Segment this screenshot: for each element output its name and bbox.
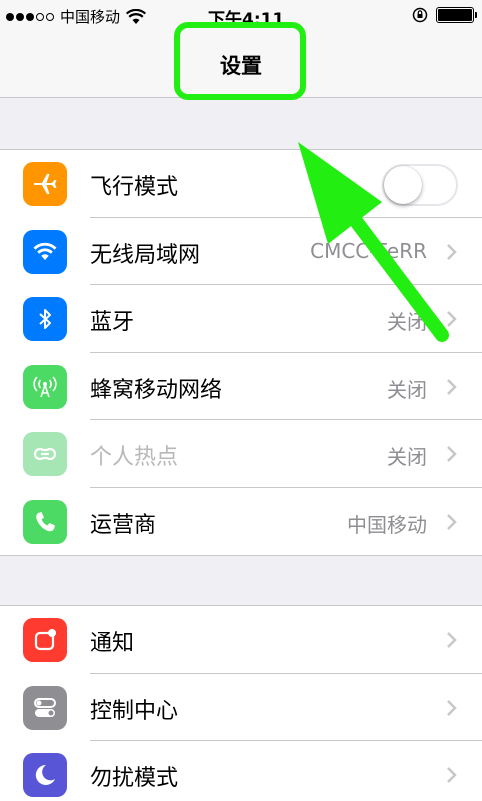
airplane-mode-toggle[interactable] — [382, 164, 458, 206]
chevron-right-icon — [447, 243, 457, 260]
wifi-status-icon — [126, 8, 147, 24]
row-label: 飞行模式 — [90, 175, 179, 200]
phone-icon — [23, 499, 67, 544]
title-highlight-box — [174, 22, 306, 100]
bluetooth-icon — [23, 297, 67, 341]
chevron-right-icon — [447, 699, 457, 716]
settings-row-personal-hotspot[interactable]: 个人热点 关闭 — [0, 420, 482, 488]
chevron-right-icon — [447, 446, 457, 462]
row-value: 关闭 — [387, 310, 427, 334]
battery-icon — [436, 7, 477, 23]
toggle-knob — [384, 166, 422, 204]
hotspot-icon — [23, 432, 67, 476]
chevron-right-icon — [447, 513, 457, 530]
settings-group-connectivity: 飞行模式 无线局域网 CMCC-FeRR 蓝牙 关闭 蜂窝移动网络 关闭 个人热… — [0, 149, 482, 556]
settings-row-notifications[interactable]: 通知 — [0, 606, 482, 674]
row-value: 关闭 — [387, 445, 427, 469]
settings-row-wifi[interactable]: 无线局域网 CMCC-FeRR — [0, 218, 482, 285]
settings-group-system: 通知 控制中心 勿扰模式 — [0, 605, 482, 801]
row-value: 关闭 — [387, 377, 427, 402]
notifications-icon — [23, 618, 67, 662]
moon-icon — [23, 753, 67, 797]
settings-row-cellular[interactable]: 蜂窝移动网络 关闭 — [0, 353, 482, 420]
airplane-icon — [23, 162, 67, 206]
chevron-right-icon — [447, 632, 457, 648]
settings-row-control-center[interactable]: 控制中心 — [0, 674, 482, 741]
row-label: 蓝牙 — [90, 310, 135, 335]
status-right — [412, 7, 477, 23]
status-left: 中国移动 — [6, 6, 147, 27]
chevron-right-icon — [447, 767, 457, 783]
rotation-lock-icon — [412, 7, 428, 23]
control-center-icon — [23, 685, 67, 730]
settings-row-do-not-disturb[interactable]: 勿扰模式 — [0, 741, 482, 801]
row-value: 中国移动 — [347, 512, 427, 537]
row-label: 通知 — [90, 631, 135, 656]
status-carrier: 中国移动 — [60, 8, 121, 26]
signal-strength-icon — [6, 12, 54, 21]
row-label: 勿扰模式 — [90, 766, 179, 791]
row-label: 个人热点 — [90, 445, 179, 470]
row-label: 无线局域网 — [90, 242, 201, 268]
row-label: 蜂窝移动网络 — [90, 377, 223, 403]
settings-row-carrier[interactable]: 运营商 中国移动 — [0, 488, 482, 556]
row-value: CMCC-FeRR — [310, 238, 427, 263]
row-label: 控制中心 — [90, 698, 179, 724]
settings-row-bluetooth[interactable]: 蓝牙 关闭 — [0, 285, 482, 353]
cellular-antenna-icon — [23, 364, 67, 409]
chevron-right-icon — [447, 378, 457, 395]
settings-row-airplane-mode: 飞行模式 — [0, 150, 482, 218]
chevron-right-icon — [447, 311, 457, 327]
wifi-icon — [23, 229, 67, 274]
row-label: 运营商 — [90, 512, 157, 538]
